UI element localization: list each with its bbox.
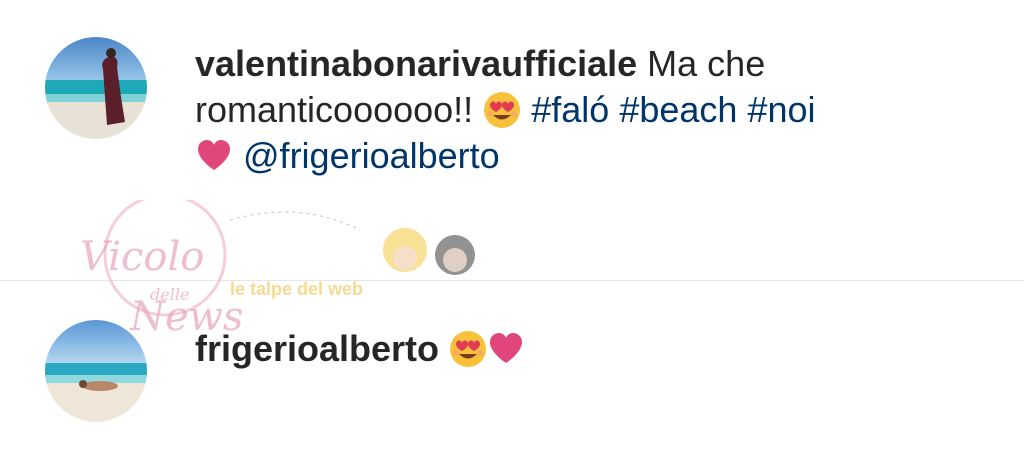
comment-username[interactable]: frigerioalberto [195, 328, 439, 369]
heart-emoji-icon [490, 333, 523, 363]
heart-eyes-emoji-icon [450, 331, 487, 367]
watermark-line-2: delle [150, 285, 189, 304]
heart-eyes-emoji-icon [484, 92, 521, 128]
comment-text: frigerioalberto [195, 326, 985, 372]
mention-frigerioalberto[interactable]: @frigerioalberto [243, 135, 500, 176]
comment-text: valentinabonarivaufficiale Ma che romant… [195, 41, 985, 179]
heart-emoji-icon [198, 140, 230, 170]
watermark-line-4: le talpe del web [230, 279, 363, 299]
avatar-image [45, 37, 147, 139]
watermark-line-1: Vicolo [80, 234, 204, 280]
avatar[interactable] [45, 37, 147, 139]
avatar[interactable] [45, 320, 147, 422]
hashtag-noi[interactable]: #noi [747, 89, 815, 130]
hashtag-beach[interactable]: #beach [619, 89, 737, 130]
comment-divider [0, 280, 1024, 281]
comment-item: frigerioalberto [0, 320, 1024, 430]
comment-username[interactable]: valentinabonarivaufficiale [195, 43, 637, 84]
comment-item: valentinabonarivaufficiale Ma che romant… [0, 35, 1024, 185]
avatar-image [45, 320, 147, 422]
hashtag-falo[interactable]: #faló [531, 89, 609, 130]
